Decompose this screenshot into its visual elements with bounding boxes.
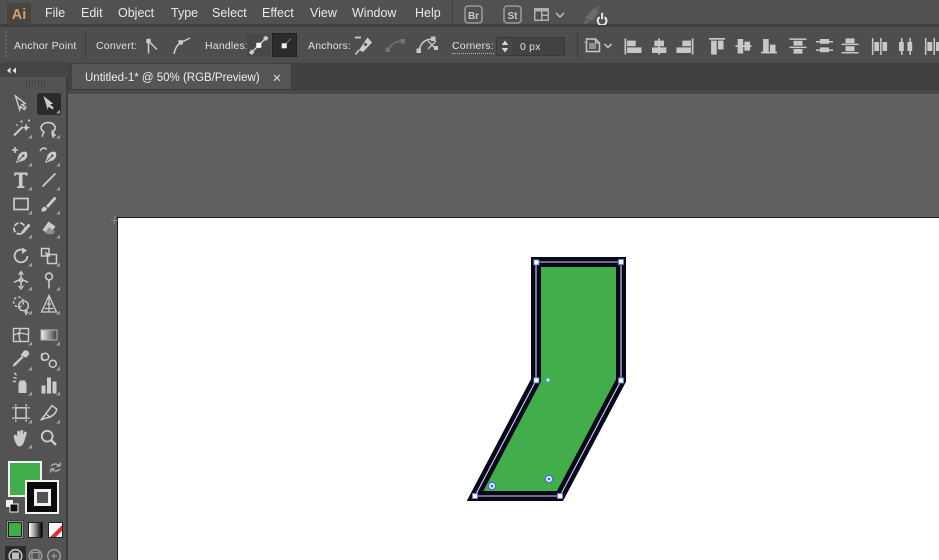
svg-text:Br: Br	[468, 11, 479, 22]
svg-text:St: St	[508, 11, 519, 22]
svg-text:Ai: Ai	[12, 7, 27, 23]
